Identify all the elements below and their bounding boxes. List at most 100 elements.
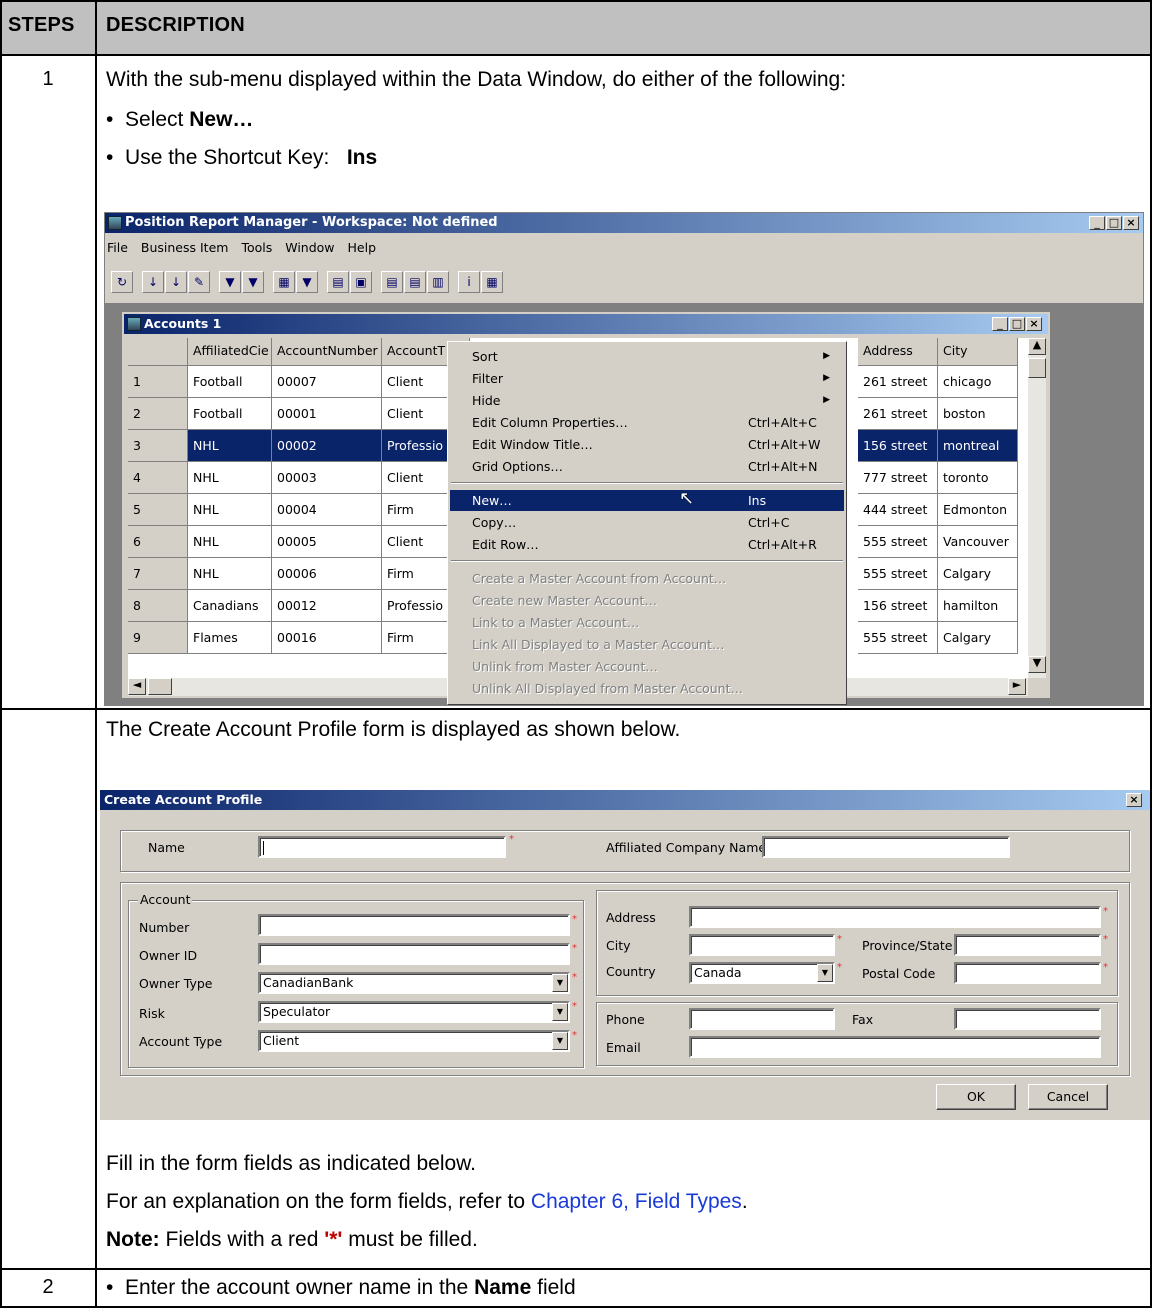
- menu-item[interactable]: New… Ins: [450, 490, 844, 511]
- table-cell[interactable]: Edmonton: [938, 494, 1018, 526]
- accounts-maximize-button[interactable]: □: [1009, 317, 1025, 331]
- table-cell[interactable]: Canadians: [188, 590, 272, 622]
- table-cell[interactable]: 00001: [272, 398, 382, 430]
- table-cell[interactable]: 555 street: [858, 622, 938, 654]
- row-header[interactable]: 3: [128, 430, 188, 462]
- table-cell[interactable]: 777 street: [858, 462, 938, 494]
- row-header[interactable]: 8: [128, 590, 188, 622]
- menu-window[interactable]: Window: [285, 240, 334, 255]
- country-select[interactable]: Canada ▼: [689, 962, 835, 984]
- affiliated-company-input[interactable]: [762, 836, 1010, 858]
- table-cell[interactable]: Vancouver: [938, 526, 1018, 558]
- filter-icon[interactable]: ▼: [219, 271, 241, 293]
- table-cell[interactable]: NHL: [188, 462, 272, 494]
- table-cell[interactable]: 156 street: [858, 430, 938, 462]
- vertical-scrollbar[interactable]: ▲ ▼: [1028, 338, 1046, 678]
- risk-select[interactable]: Speculator ▼: [258, 1001, 570, 1023]
- chapter-6-link[interactable]: Chapter 6, Field Types: [531, 1190, 742, 1213]
- vertical-icon[interactable]: ▥: [427, 271, 449, 293]
- menu-item[interactable]: Edit Column Properties… Ctrl+Alt+C: [450, 412, 844, 433]
- table-cell[interactable]: 00002: [272, 430, 382, 462]
- row-header[interactable]: 6: [128, 526, 188, 558]
- postal-code-input[interactable]: [954, 962, 1101, 984]
- column-header[interactable]: Address: [858, 338, 938, 366]
- menu-file[interactable]: File: [107, 240, 128, 255]
- number-input[interactable]: [258, 914, 570, 936]
- menu-item[interactable]: Hide ▶: [450, 390, 844, 411]
- table-cell[interactable]: 00016: [272, 622, 382, 654]
- column-header[interactable]: AccountNumber: [272, 338, 382, 366]
- menu-item[interactable]: Edit Row… Ctrl+Alt+R: [450, 534, 844, 555]
- print-icon[interactable]: ▤: [327, 271, 349, 293]
- clear-filter-icon[interactable]: ▼: [242, 271, 264, 293]
- table-cell[interactable]: Flames: [188, 622, 272, 654]
- table-cell[interactable]: Calgary: [938, 558, 1018, 590]
- scroll-down-icon[interactable]: ▼: [1028, 656, 1046, 673]
- row-header[interactable]: 1: [128, 366, 188, 398]
- table-cell[interactable]: NHL: [188, 494, 272, 526]
- accounts-minimize-button[interactable]: _: [992, 317, 1008, 331]
- table-cell[interactable]: 555 street: [858, 558, 938, 590]
- scroll-left-icon[interactable]: ◄: [128, 678, 146, 695]
- scroll-up-icon[interactable]: ▲: [1028, 338, 1046, 355]
- table-cell[interactable]: Football: [188, 398, 272, 430]
- table-cell[interactable]: NHL: [188, 430, 272, 462]
- minimize-button[interactable]: _: [1089, 216, 1105, 230]
- menu-help[interactable]: Help: [348, 240, 377, 255]
- menu-item[interactable]: Filter ▶: [450, 368, 844, 389]
- city-input[interactable]: [689, 934, 835, 956]
- table-cell[interactable]: NHL: [188, 558, 272, 590]
- table-cell[interactable]: 00003: [272, 462, 382, 494]
- refresh-icon[interactable]: ↻: [111, 271, 133, 293]
- table-cell[interactable]: 261 street: [858, 366, 938, 398]
- grid-icon[interactable]: ▦: [481, 271, 503, 293]
- phone-input[interactable]: [689, 1008, 835, 1030]
- row-header[interactable]: 4: [128, 462, 188, 494]
- table-cell[interactable]: toronto: [938, 462, 1018, 494]
- hide-icon[interactable]: ▦: [273, 271, 295, 293]
- name-input[interactable]: [258, 836, 506, 858]
- table-cell[interactable]: 444 street: [858, 494, 938, 526]
- menu-business-item[interactable]: Business Item: [141, 240, 229, 255]
- table-cell[interactable]: 00004: [272, 494, 382, 526]
- info-icon[interactable]: i: [458, 271, 480, 293]
- chevron-down-icon[interactable]: ▼: [552, 1032, 568, 1050]
- row-header[interactable]: 5: [128, 494, 188, 526]
- menu-item[interactable]: Copy… Ctrl+C: [450, 512, 844, 533]
- horizontal-icon[interactable]: ▤: [404, 271, 426, 293]
- column-header[interactable]: [128, 338, 188, 366]
- hscroll-thumb[interactable]: [148, 678, 172, 695]
- dialog-close-button[interactable]: ×: [1126, 793, 1142, 807]
- owner-type-select[interactable]: CanadianBank ▼: [258, 972, 570, 994]
- table-cell[interactable]: 00006: [272, 558, 382, 590]
- menu-tools[interactable]: Tools: [241, 240, 272, 255]
- find-icon[interactable]: ▣: [350, 271, 372, 293]
- table-cell[interactable]: hamilton: [938, 590, 1018, 622]
- column-header[interactable]: City: [938, 338, 1018, 366]
- ok-button[interactable]: OK: [936, 1084, 1016, 1110]
- table-cell[interactable]: 00007: [272, 366, 382, 398]
- address-input[interactable]: [689, 906, 1101, 928]
- sort-asc-icon[interactable]: ↓: [142, 271, 164, 293]
- cancel-button[interactable]: Cancel: [1028, 1084, 1108, 1110]
- table-cell[interactable]: 555 street: [858, 526, 938, 558]
- table-cell[interactable]: 261 street: [858, 398, 938, 430]
- menu-item[interactable]: Sort ▶: [450, 346, 844, 367]
- table-cell[interactable]: NHL: [188, 526, 272, 558]
- sort-desc-icon[interactable]: ↓: [165, 271, 187, 293]
- table-cell[interactable]: montreal: [938, 430, 1018, 462]
- clear-sort-icon[interactable]: ✎: [188, 271, 210, 293]
- scroll-right-icon[interactable]: ►: [1008, 678, 1026, 695]
- menu-item[interactable]: Edit Window Title… Ctrl+Alt+W: [450, 434, 844, 455]
- table-cell[interactable]: Calgary: [938, 622, 1018, 654]
- maximize-button[interactable]: □: [1106, 216, 1122, 230]
- chevron-down-icon[interactable]: ▼: [817, 964, 833, 982]
- chevron-down-icon[interactable]: ▼: [552, 974, 568, 992]
- province-input[interactable]: [954, 934, 1101, 956]
- table-cell[interactable]: Football: [188, 366, 272, 398]
- row-header[interactable]: 9: [128, 622, 188, 654]
- table-cell[interactable]: chicago: [938, 366, 1018, 398]
- tile-icon[interactable]: ▤: [381, 271, 403, 293]
- row-header[interactable]: 7: [128, 558, 188, 590]
- close-button[interactable]: ×: [1123, 216, 1139, 230]
